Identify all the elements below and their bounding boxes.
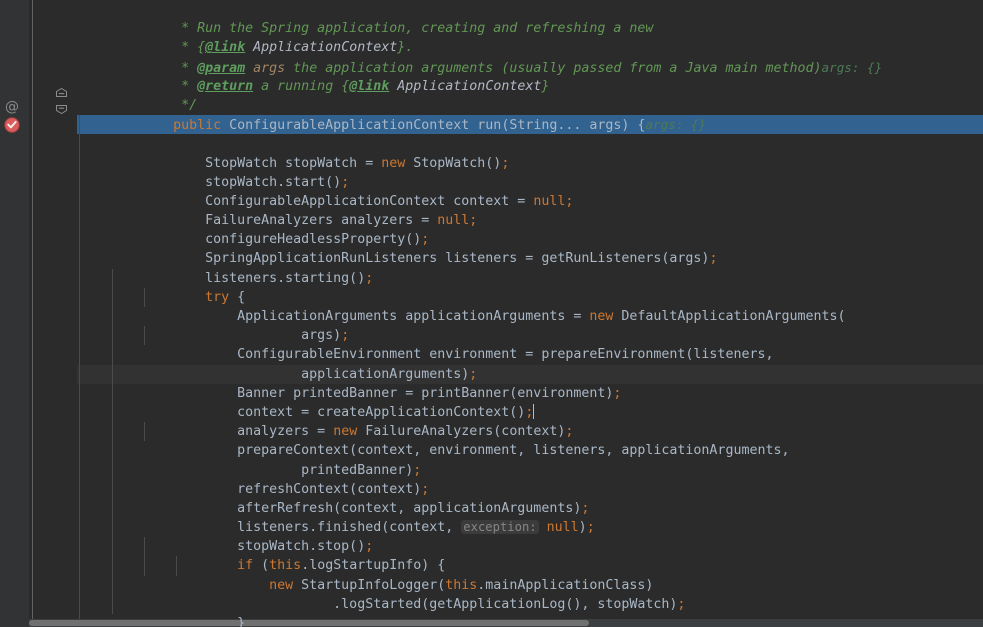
line-token: ; [421, 481, 430, 497]
line-token: this [269, 558, 302, 574]
line-token: DefaultApplicationArguments( [621, 309, 846, 325]
code-editor[interactable]: @ * Run the Spring application, creating… [0, 0, 983, 627]
line-token: ; [709, 251, 718, 267]
editor-icon-gutter[interactable]: @ [0, 0, 29, 627]
line-token: ; [421, 232, 430, 248]
line-token: * { [141, 40, 206, 56]
line-token: Banner printedBanner = printBanner(envir… [141, 385, 614, 401]
line-token: printedBanner) [141, 462, 414, 478]
line-token: null [533, 193, 566, 209]
line-token: null [538, 520, 579, 536]
inline-debug-hint[interactable]: args: {} [645, 117, 706, 132]
line-token: try [141, 289, 238, 305]
line-token: .logStarted(getApplicationLog(), stopWat… [141, 596, 678, 612]
line-token: args) [141, 328, 342, 344]
line-token: context = createApplicationContext() [141, 404, 526, 420]
line-token: ; [469, 213, 478, 229]
javadoc-tag: @link [205, 40, 246, 56]
editor-fold-gutter[interactable] [29, 0, 77, 627]
line-token: new [381, 155, 414, 171]
javadoc-tag: @param [197, 60, 246, 76]
line-token: refreshContext(context) [141, 481, 422, 497]
annotation-marker-icon[interactable]: @ [2, 97, 22, 117]
fold-collapse-icon-top[interactable] [56, 82, 67, 97]
line-token: listeners.finished(context, [141, 520, 462, 536]
line-token: StartupInfoLogger( [301, 577, 446, 593]
line-token: ; [565, 424, 574, 440]
line-token: public [141, 118, 230, 134]
line-token: analyzers = [141, 424, 334, 440]
line-token: listeners.starting() [141, 270, 366, 286]
line-token: (String... args) { [501, 118, 646, 134]
line-token: }. [397, 40, 414, 56]
line-token: ; [613, 385, 622, 401]
javadoc-link: ApplicationContext [245, 40, 398, 56]
line-token: ( [261, 558, 270, 574]
line-token: } [541, 78, 550, 94]
line-token: ) [578, 520, 587, 536]
line-token: FailureAnalyzers(context) [365, 424, 566, 440]
line-token: ; [581, 500, 590, 516]
line-token: ConfigurableEnvironment environment = pr… [141, 347, 774, 363]
line-token: { [237, 289, 246, 305]
text-caret [532, 403, 534, 419]
line-token: prepareContext(context, environment, lis… [141, 443, 790, 459]
line-token: ; [677, 596, 686, 612]
line-token: if [141, 558, 262, 574]
line-token: new [141, 577, 302, 593]
code-line[interactable]: * Run the Spring application, creating a… [77, 0, 983, 36]
line-token: stopWatch.stop() [141, 539, 366, 555]
line-token: ; [365, 539, 374, 555]
code-line[interactable]: public ConfigurableApplicationContext ru… [77, 96, 983, 133]
line-token: new [333, 424, 366, 440]
line-token: ; [341, 174, 350, 190]
code-lines: * Run the Spring application, creating a… [77, 0, 983, 627]
line-token: ; [565, 193, 574, 209]
javadoc-tag: @link [349, 78, 390, 94]
line-token: * [141, 60, 198, 76]
line-token: * [141, 78, 198, 94]
fold-region-rail [32, 0, 33, 627]
line-token: * Run the Spring application, creating a… [141, 21, 654, 37]
code-text-area[interactable]: * Run the Spring application, creating a… [77, 0, 983, 627]
line-token: ; [586, 520, 595, 536]
line-token: */ [141, 97, 198, 113]
method-name: run [477, 118, 502, 134]
line-token: .logStartupInfo) { [301, 558, 446, 574]
line-token: ; [469, 366, 478, 382]
horizontal-scroll-thumb[interactable] [29, 620, 589, 626]
line-token: afterRefresh(context, applicationArgumen… [141, 500, 582, 516]
javadoc-link: ApplicationContext [389, 78, 542, 94]
line-token: ; [501, 155, 510, 171]
line-token: FailureAnalyzers analyzers = [141, 213, 438, 229]
line-token: this [445, 577, 478, 593]
line-token: stopWatch.start() [141, 174, 342, 190]
line-token: configureHeadlessProperty() [141, 232, 422, 248]
line-token: ConfigurableApplicationContext context = [141, 193, 534, 209]
line-token: ConfigurableApplicationContext [229, 118, 478, 134]
line-token: SpringApplicationRunListeners listeners … [141, 251, 710, 267]
line-token: null [437, 213, 470, 229]
line-token: ; [341, 328, 350, 344]
line-token: new [589, 309, 622, 325]
line-token: the application arguments (usually passe… [285, 60, 822, 76]
fold-collapse-icon-bottom[interactable] [56, 99, 67, 115]
line-token: ApplicationArguments applicationArgument… [141, 309, 590, 325]
line-token: ; [413, 462, 422, 478]
verified-breakpoint-icon[interactable] [4, 117, 20, 133]
code-line[interactable]: stopWatch.start(); [77, 134, 983, 190]
line-token: a running { [253, 78, 350, 94]
inline-parameter-hint[interactable]: exception: [461, 520, 539, 535]
line-token: ; [365, 270, 374, 286]
line-token: .mainApplicationClass) [477, 577, 654, 593]
line-token: StopWatch() [413, 155, 502, 171]
inline-debug-hint[interactable]: args: {} [822, 60, 883, 75]
line-token: StopWatch stopWatch = [141, 155, 382, 171]
line-token: } [141, 616, 246, 627]
line-token: applicationArguments) [141, 366, 470, 382]
javadoc-tag: @return [197, 78, 254, 94]
javadoc-param-name: args [245, 60, 286, 76]
